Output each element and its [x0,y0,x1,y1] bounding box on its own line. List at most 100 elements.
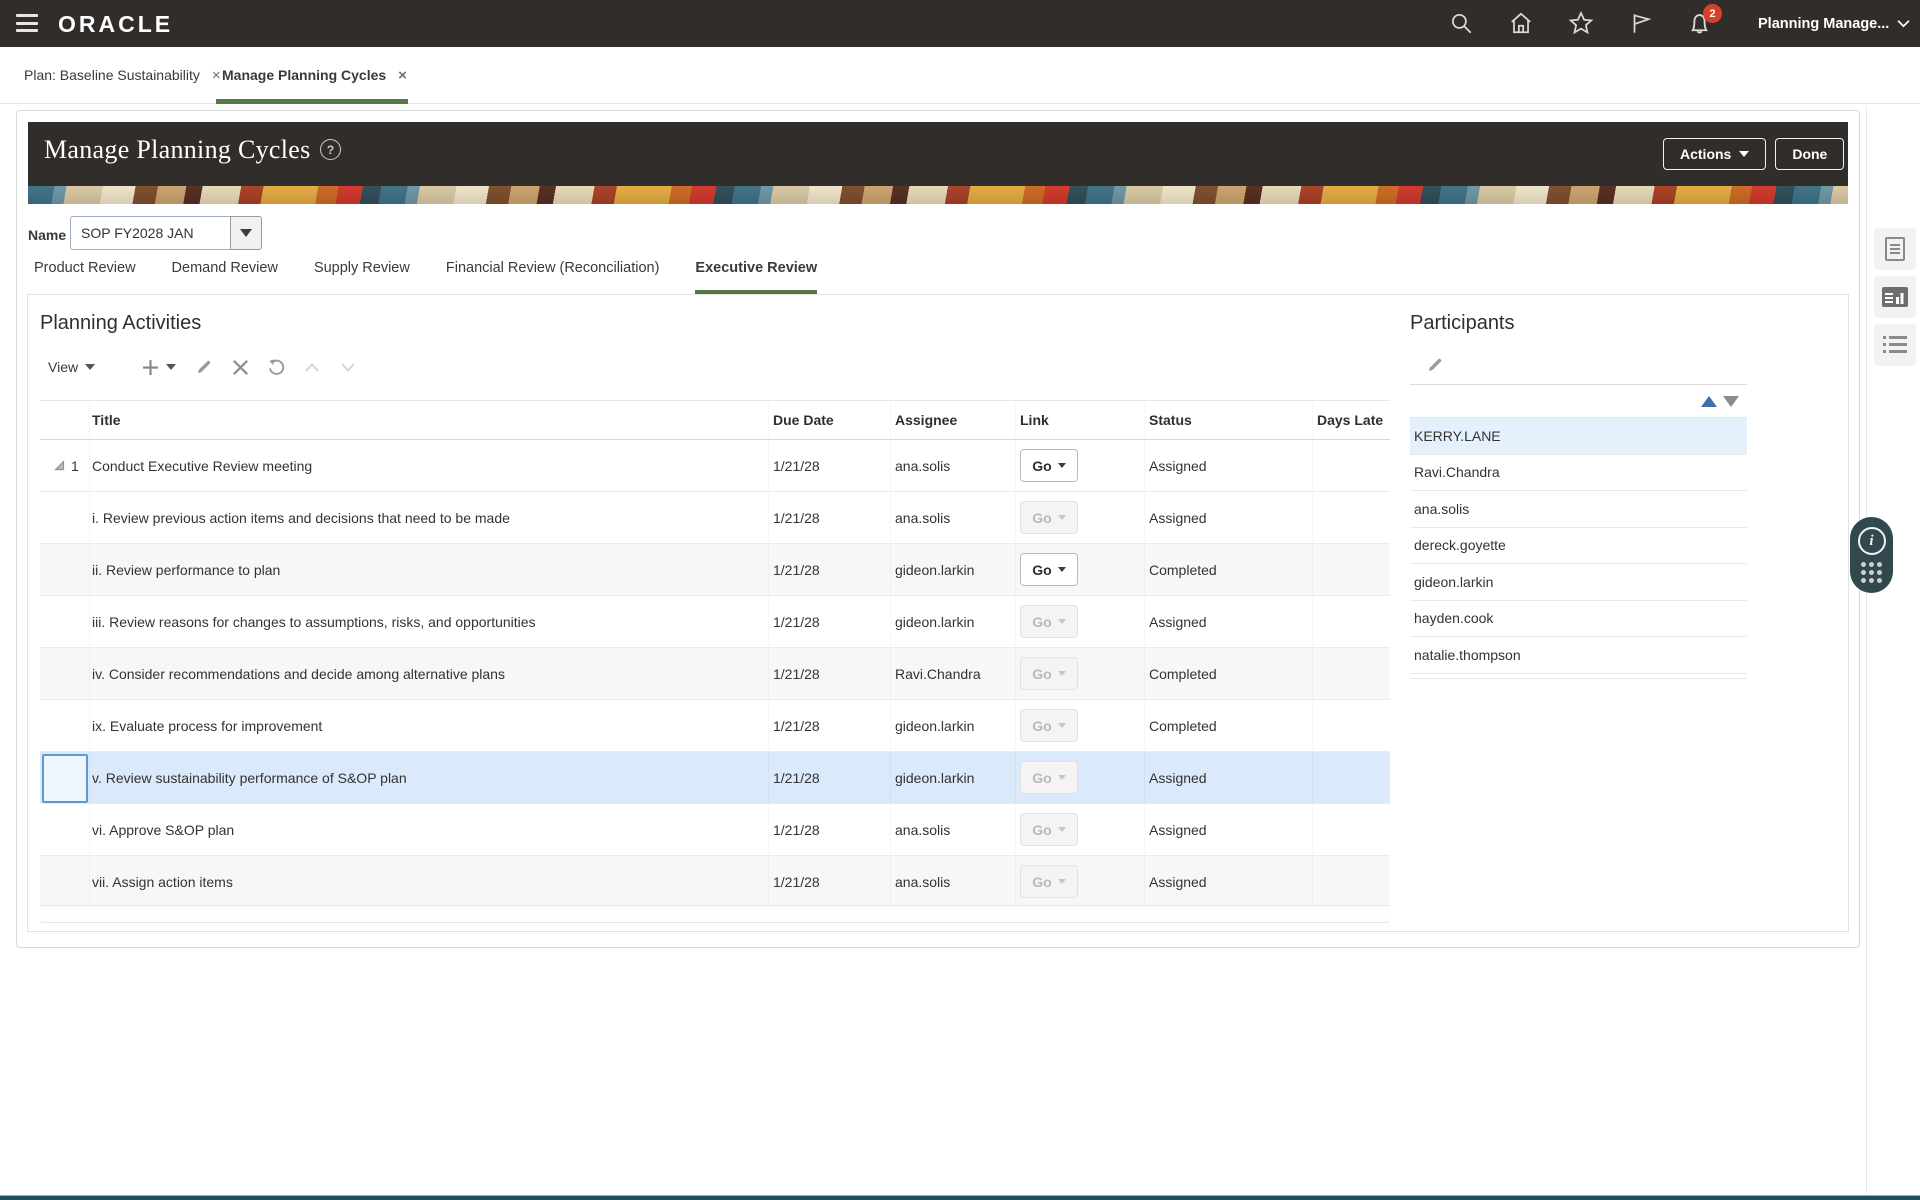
table-row-selected[interactable]: v. Review sustainability performance of … [40,752,1390,804]
go-label: Go [1032,666,1051,682]
participant-item[interactable]: gideon.larkin [1410,564,1747,601]
app-grid-icon[interactable] [1861,562,1882,583]
activities-toolbar: View [48,352,371,382]
top-app-bar: ORACLE 2 Planning Manage... [0,0,1920,47]
col-status[interactable]: Status [1145,401,1313,439]
delete-activity-button[interactable] [227,354,253,380]
tab-supply-review[interactable]: Supply Review [314,260,410,295]
table-row[interactable]: ix. Evaluate process for improvement 1/2… [40,700,1390,752]
close-icon[interactable]: × [398,67,407,84]
planning-cycle-combobox [70,216,262,250]
activity-due: 1/21/28 [769,544,891,595]
activity-status: Completed [1145,700,1313,751]
move-up-button [299,354,325,380]
go-label: Go [1032,874,1051,890]
activity-due: 1/21/28 [769,856,891,907]
activity-title: iv. Consider recommendations and decide … [90,648,769,699]
side-panel-document-button[interactable] [1874,228,1916,270]
participant-item[interactable]: ana.solis [1410,491,1747,528]
tab-product-review[interactable]: Product Review [34,260,136,295]
col-assignee[interactable]: Assignee [891,401,1016,439]
help-icon[interactable]: ? [320,139,341,160]
chevron-down-icon [1058,827,1066,832]
table-row[interactable]: i. Review previous action items and deci… [40,492,1390,544]
activity-due: 1/21/28 [769,752,891,803]
go-button-disabled: Go [1020,501,1078,534]
participant-item[interactable]: dereck.goyette [1410,528,1747,565]
activity-days-late [1313,596,1390,647]
list-icon [1882,334,1908,356]
activity-status: Assigned [1145,752,1313,803]
chevron-down-icon [1897,19,1910,28]
activity-assignee: ana.solis [891,440,1016,491]
participant-item[interactable]: natalie.thompson [1410,637,1747,674]
activity-days-late [1313,544,1390,595]
table-row[interactable]: vi. Approve S&OP plan 1/21/28 ana.solis … [40,804,1390,856]
tab-manage-planning-cycles[interactable]: Manage Planning Cycles × [212,47,417,103]
activity-status: Assigned [1145,440,1313,491]
tab-demand-review[interactable]: Demand Review [172,260,278,295]
table-row[interactable]: vii. Assign action items 1/21/28 ana.sol… [40,856,1390,908]
activity-title: v. Review sustainability performance of … [90,752,769,803]
window-bottom-edge [0,1195,1920,1200]
participant-item[interactable]: hayden.cook [1410,601,1747,638]
done-button[interactable]: Done [1775,138,1844,170]
tab-executive-review[interactable]: Executive Review [695,260,817,295]
col-days-late[interactable]: Days Late [1313,401,1390,439]
planning-activities-heading: Planning Activities [40,312,201,335]
search-icon[interactable] [1448,10,1476,38]
col-title[interactable]: Title [90,401,769,439]
decorative-banner [28,186,1848,204]
chevron-up-icon [305,363,319,372]
refresh-icon[interactable] [263,354,289,380]
table-row[interactable]: iii. Review reasons for changes to assum… [40,596,1390,648]
menu-icon[interactable] [16,14,38,32]
planning-cycle-dropdown-button[interactable] [230,216,262,250]
chevron-down-icon [1058,671,1066,676]
sort-descending-icon[interactable] [1723,396,1739,407]
col-due-date[interactable]: Due Date [769,401,891,439]
col-link[interactable]: Link [1016,401,1145,439]
sort-ascending-icon[interactable] [1701,396,1717,407]
activity-days-late [1313,752,1390,803]
table-header-row: Title Due Date Assignee Link Status Days… [40,400,1390,440]
actions-button[interactable]: Actions [1663,138,1766,170]
edit-participants-button[interactable] [1422,352,1448,378]
side-panel-list-button[interactable] [1874,324,1916,366]
go-button[interactable]: Go [1020,449,1078,482]
go-button-disabled: Go [1020,813,1078,846]
side-panel-dashboard-button[interactable] [1874,276,1916,318]
help-widget[interactable]: i [1850,517,1893,593]
participant-item-selected[interactable]: KERRY.LANE [1410,418,1747,455]
go-label: Go [1032,614,1051,630]
home-icon[interactable] [1508,10,1536,38]
go-label: Go [1032,562,1051,578]
tab-financial-review[interactable]: Financial Review (Reconciliation) [446,260,660,295]
go-button[interactable]: Go [1020,553,1078,586]
activity-assignee: ana.solis [891,804,1016,855]
table-row[interactable]: ii. Review performance to plan 1/21/28 g… [40,544,1390,596]
tab-plan-baseline-sustainability[interactable]: Plan: Baseline Sustainability × [14,47,231,103]
table-row[interactable]: iv. Consider recommendations and decide … [40,648,1390,700]
favorites-star-icon[interactable] [1568,10,1596,38]
view-menu-button[interactable]: View [48,359,95,375]
info-icon[interactable]: i [1858,527,1886,555]
expand-node-icon[interactable] [54,460,65,471]
flag-icon[interactable] [1628,10,1656,38]
activity-days-late [1313,492,1390,543]
chevron-down-icon [85,364,95,370]
go-button-disabled: Go [1020,709,1078,742]
participant-item[interactable]: Ravi.Chandra [1410,455,1747,492]
activity-status: Assigned [1145,492,1313,543]
table-scrollbar-track[interactable] [41,905,1390,923]
chevron-down-icon [1058,775,1066,780]
activity-title: vi. Approve S&OP plan [90,804,769,855]
edit-activity-button[interactable] [191,354,217,380]
user-menu[interactable]: Planning Manage... [1758,0,1910,47]
go-button-disabled: Go [1020,657,1078,690]
participants-sort-header [1410,386,1747,418]
planning-cycle-input[interactable] [70,216,230,250]
add-activity-button[interactable] [137,354,181,380]
go-label: Go [1032,718,1051,734]
table-row[interactable]: 1 Conduct Executive Review meeting 1/21/… [40,440,1390,492]
